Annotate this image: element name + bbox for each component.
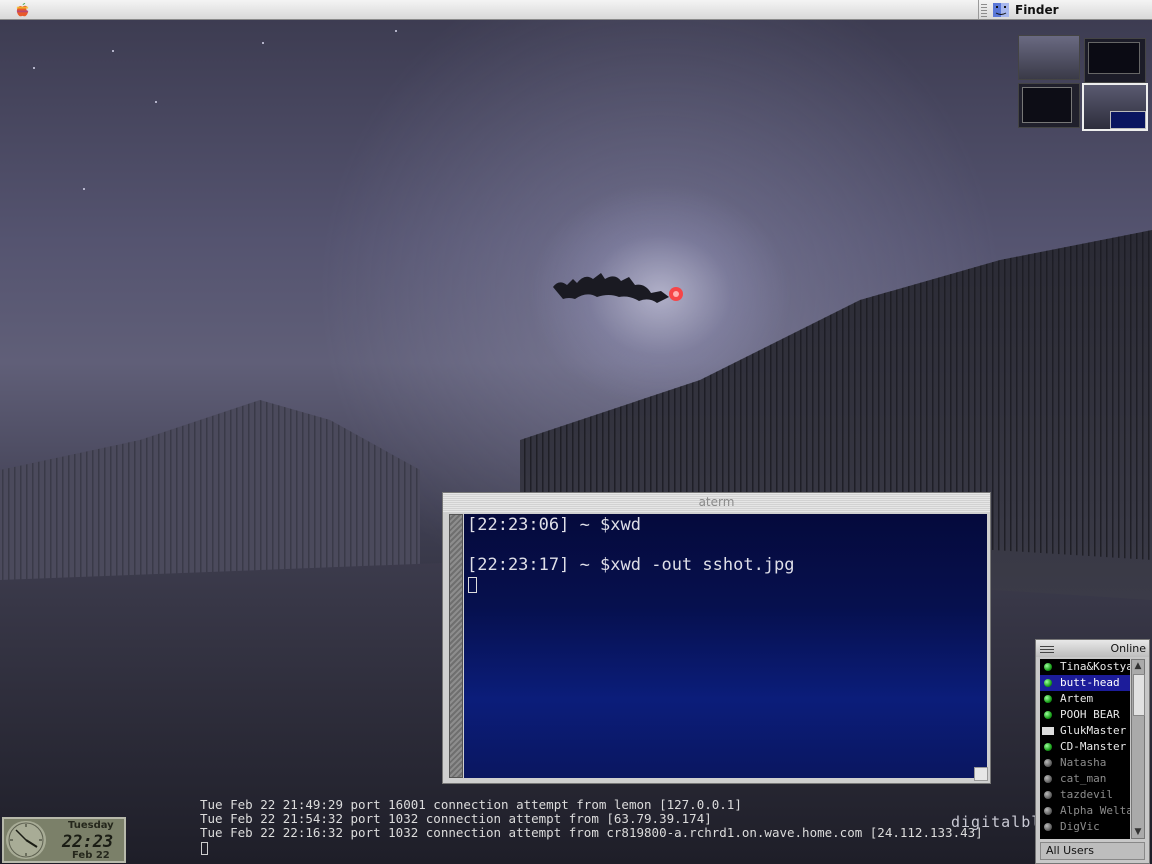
terminal-line: [22:23:17] ~ $xwd -out sshot.jpg <box>467 555 795 575</box>
contact-name: cat_man <box>1060 772 1107 785</box>
online-status-icon <box>1044 743 1052 751</box>
apple-logo-icon[interactable] <box>15 2 30 17</box>
resize-handle[interactable] <box>974 767 988 781</box>
sleigh-silhouette <box>553 273 683 303</box>
contact-list-item[interactable]: Tina&Kostya <box>1040 659 1130 675</box>
desktop-pager[interactable] <box>1016 35 1148 132</box>
window-title-bar[interactable]: aterm <box>443 493 990 512</box>
terminal-line: [22:23:06] ~ $xwd <box>467 515 641 535</box>
group-selector[interactable]: All Users <box>1040 842 1145 860</box>
desktop-2-thumbnail[interactable] <box>1084 38 1146 83</box>
scroll-up-arrow-icon[interactable]: ▲ <box>1133 660 1143 672</box>
scrollbar-thumb[interactable] <box>1133 674 1145 716</box>
contact-list-item[interactable]: Alpha Welta <box>1040 803 1130 819</box>
contact-list-item[interactable]: POOH BEAR <box>1040 707 1130 723</box>
terminal-cursor <box>468 577 477 593</box>
buddy-list-header: Online <box>1036 640 1149 657</box>
scroll-down-arrow-icon[interactable]: ▼ <box>1133 826 1143 838</box>
contact-list[interactable]: Tina&Kostya butt-head Artem POOH BEAR GlukMa… <box>1040 659 1130 839</box>
contact-list-item[interactable]: tazdevil <box>1040 787 1130 803</box>
terminal-scrollbar[interactable] <box>449 514 463 778</box>
clock-date: Feb 22 <box>72 850 110 861</box>
clock-day: Tuesday <box>68 820 114 831</box>
contact-list-item[interactable]: DigVic <box>1040 819 1130 835</box>
contact-list-item[interactable]: CD-Manster <box>1040 739 1130 755</box>
contact-name: GlukMaster <box>1060 724 1127 737</box>
application-menu[interactable]: Finder <box>978 0 1152 19</box>
log-cursor <box>201 842 208 855</box>
offline-status-icon <box>1044 775 1052 783</box>
log-line: Tue Feb 22 21:49:29 port 16001 connectio… <box>200 797 742 812</box>
clock-widget[interactable]: Tuesday 22:23 Feb 22 <box>2 817 126 863</box>
app-name-label: Finder <box>1015 2 1059 17</box>
contact-list-item[interactable]: GlukMaster <box>1040 723 1130 739</box>
menu-icon[interactable] <box>1040 644 1054 653</box>
online-status-icon <box>1044 663 1052 671</box>
window-title: aterm <box>698 495 735 509</box>
desktop-3-thumbnail[interactable] <box>1018 83 1080 128</box>
contact-list-item[interactable]: Natasha <box>1040 755 1130 771</box>
desktop-1-thumbnail[interactable] <box>1018 35 1080 80</box>
contact-name: Alpha Welta <box>1060 804 1130 817</box>
contact-name: CD-Manster <box>1060 740 1127 753</box>
finder-icon <box>993 2 1009 17</box>
menu-bar: Finder <box>0 0 1152 20</box>
contact-list-item[interactable]: cat_man <box>1040 771 1130 787</box>
away-status-icon <box>1042 727 1054 735</box>
log-line: Tue Feb 22 22:16:32 port 1032 connection… <box>200 825 983 840</box>
contact-name: Tina&Kostya <box>1060 660 1130 673</box>
contact-name: Natasha <box>1060 756 1107 769</box>
status-selector[interactable]: Online <box>1111 642 1146 655</box>
terminal-output[interactable]: [22:23:06] ~ $xwd [22:23:17] ~ $xwd -out… <box>464 514 987 778</box>
offline-status-icon <box>1044 807 1052 815</box>
grip-handle[interactable] <box>981 2 987 17</box>
contact-name: tazdevil <box>1060 788 1113 801</box>
connection-log: Tue Feb 22 21:49:29 port 16001 connectio… <box>200 798 983 840</box>
contact-list-item[interactable]: Artem <box>1040 691 1130 707</box>
desktop-4-thumbnail[interactable] <box>1082 83 1148 131</box>
watermark-text: digitalbla <box>951 813 1035 831</box>
clock-time: 22:23 <box>62 832 114 852</box>
offline-status-icon <box>1044 791 1052 799</box>
online-status-icon <box>1044 679 1052 687</box>
buddy-list-window[interactable]: Online Tina&Kostya butt-head Artem POOH BEA… <box>1035 639 1150 864</box>
log-line: Tue Feb 22 21:54:32 port 1032 connection… <box>200 811 712 826</box>
offline-status-icon <box>1044 823 1052 831</box>
contact-list-item[interactable]: butt-head <box>1040 675 1130 691</box>
contact-name: Artem <box>1060 692 1094 705</box>
offline-status-icon <box>1044 759 1052 767</box>
online-status-icon <box>1044 711 1052 719</box>
terminal-window[interactable]: aterm [22:23:06] ~ $xwd [22:23:17] ~ $xw… <box>442 492 991 784</box>
contact-name: POOH BEAR <box>1060 708 1120 721</box>
online-status-icon <box>1044 695 1052 703</box>
analog-clock-icon <box>6 821 46 859</box>
contact-name: DigVic <box>1060 820 1100 833</box>
contact-name: butt-head <box>1060 676 1120 689</box>
contact-list-scrollbar[interactable]: ▲ ▼ <box>1131 659 1145 839</box>
